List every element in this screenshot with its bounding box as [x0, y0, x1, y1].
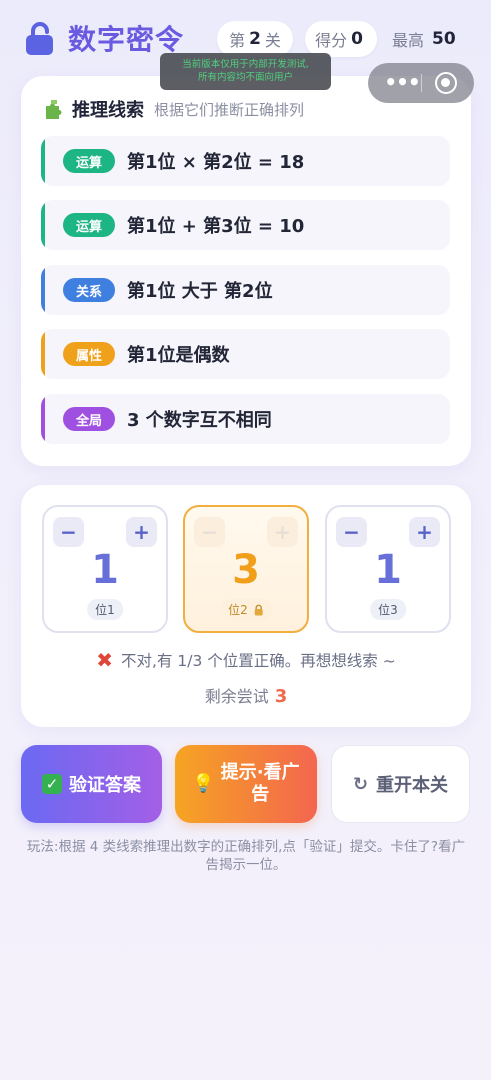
app-title: 数字密令	[68, 23, 185, 56]
clue-accent-bar	[41, 329, 45, 379]
increment-button: +	[267, 517, 298, 547]
clue-text: 3 个数字互不相同	[127, 410, 272, 431]
hint-label: 提示·看广 告	[221, 762, 300, 806]
puzzle-icon	[46, 100, 62, 119]
decrement-button[interactable]: −	[53, 517, 84, 547]
digit-value: 1	[91, 547, 119, 593]
level-indicator: 第 2 关	[217, 21, 293, 57]
lock-logo-icon	[26, 22, 53, 55]
position-label-text: 位1	[95, 603, 115, 617]
clue-accent-bar	[41, 200, 45, 250]
position-label: 位2	[220, 599, 272, 620]
more-icon[interactable]: •••	[384, 71, 420, 95]
clue-tag: 运算	[63, 213, 115, 237]
attempts-label: 剩余尝试	[204, 687, 269, 706]
clues-card: 推理线索 根据它们推断正确排列 运算 第1位 × 第2位 = 18 运算 第1位…	[21, 76, 471, 466]
score-value: 0	[351, 29, 363, 49]
increment-button[interactable]: +	[126, 517, 157, 547]
clues-subtitle: 根据它们推断正确排列	[154, 100, 305, 119]
level-value: 2	[249, 29, 261, 49]
miniprogram-capsule: •••	[368, 63, 474, 103]
position-label-text: 位3	[378, 603, 398, 617]
score-indicator: 得分 0	[305, 21, 377, 57]
clue-accent-bar	[41, 136, 45, 186]
verify-label: 验证答案	[69, 775, 141, 796]
position-label-text: 位2	[228, 603, 248, 617]
position-label: 位1	[87, 599, 123, 620]
increment-button[interactable]: +	[409, 517, 440, 547]
decrement-button[interactable]: −	[336, 517, 367, 547]
clue-text: 第1位是偶数	[127, 345, 230, 366]
clue-accent-bar	[41, 394, 45, 444]
best-label: 最高	[392, 31, 425, 50]
restart-level-button[interactable]: ↻ 重开本关	[331, 745, 470, 823]
hint-label-line1: 提示·看广	[220, 762, 300, 783]
clue-text: 第1位 + 第3位 = 10	[127, 216, 305, 237]
refresh-icon: ↻	[352, 773, 369, 795]
hint-label-line2: 告	[251, 784, 270, 805]
how-to-play-text: 玩法:根据 4 类线索推理出数字的正确排列,点「验证」提交。卡住了?看广告揭示一…	[26, 839, 466, 873]
clues-header: 推理线索 根据它们推断正确排列	[43, 96, 304, 122]
feedback-message: ✖ 不对,有 1/3 个位置正确。再想想线索 ~	[21, 648, 471, 672]
hint-ad-button[interactable]: 💡 提示·看广 告	[175, 745, 317, 823]
clue-accent-bar	[41, 265, 45, 315]
clue-tag: 运算	[63, 149, 115, 173]
clue-item: 关系 第1位 大于 第2位	[41, 265, 450, 315]
feedback-text: 不对,有 1/3 个位置正确。再想想线索 ~	[121, 652, 396, 670]
position-label: 位3	[370, 599, 406, 620]
cross-icon: ✖	[96, 648, 114, 672]
best-value: 50	[432, 29, 456, 49]
clue-text: 第1位 × 第2位 = 18	[127, 152, 305, 173]
clue-tag: 属性	[63, 342, 115, 366]
decrement-button: −	[194, 517, 225, 547]
clue-item: 运算 第1位 × 第2位 = 18	[41, 136, 450, 186]
dev-notice-line1: 当前版本仅用于内部开发测试,	[182, 59, 309, 70]
lock-icon	[254, 604, 263, 615]
clue-tag: 全局	[63, 407, 115, 431]
close-target-icon[interactable]	[435, 72, 457, 94]
digit-value: 1	[374, 547, 402, 593]
best-score: 最高 50	[392, 21, 456, 57]
digit-slot-3: − + 1 位3	[325, 505, 451, 633]
restart-label: 重开本关	[376, 775, 449, 796]
attempts-remaining: 剩余尝试 3	[21, 683, 471, 707]
attempts-value: 3	[274, 686, 288, 707]
clue-item: 运算 第1位 + 第3位 = 10	[41, 200, 450, 250]
dev-notice-line2: 所有内容均不面向用户	[197, 72, 293, 83]
clue-item: 全局 3 个数字互不相同	[41, 394, 450, 444]
lightbulb-icon: 💡	[192, 773, 215, 794]
clue-tag: 关系	[63, 278, 115, 302]
check-icon: ✓	[42, 774, 62, 794]
verify-button[interactable]: ✓ 验证答案	[21, 745, 162, 823]
digit-panel: − + 1 位1 − + 3 位2 − + 1 位3 ✖ 不对,有 1/3 个位…	[21, 485, 471, 727]
digit-value: 3	[232, 547, 260, 593]
clue-text: 第1位 大于 第2位	[127, 281, 273, 302]
level-suffix: 关	[264, 31, 281, 50]
digit-slot-2: − + 3 位2	[183, 505, 309, 633]
dev-notice-toast: 当前版本仅用于内部开发测试, 所有内容均不面向用户	[160, 53, 331, 90]
clue-item: 属性 第1位是偶数	[41, 329, 450, 379]
capsule-divider	[421, 74, 422, 92]
score-label: 得分	[315, 31, 348, 50]
level-prefix: 第	[229, 31, 246, 50]
clues-title: 推理线索	[72, 100, 144, 121]
digit-slot-1: − + 1 位1	[42, 505, 168, 633]
